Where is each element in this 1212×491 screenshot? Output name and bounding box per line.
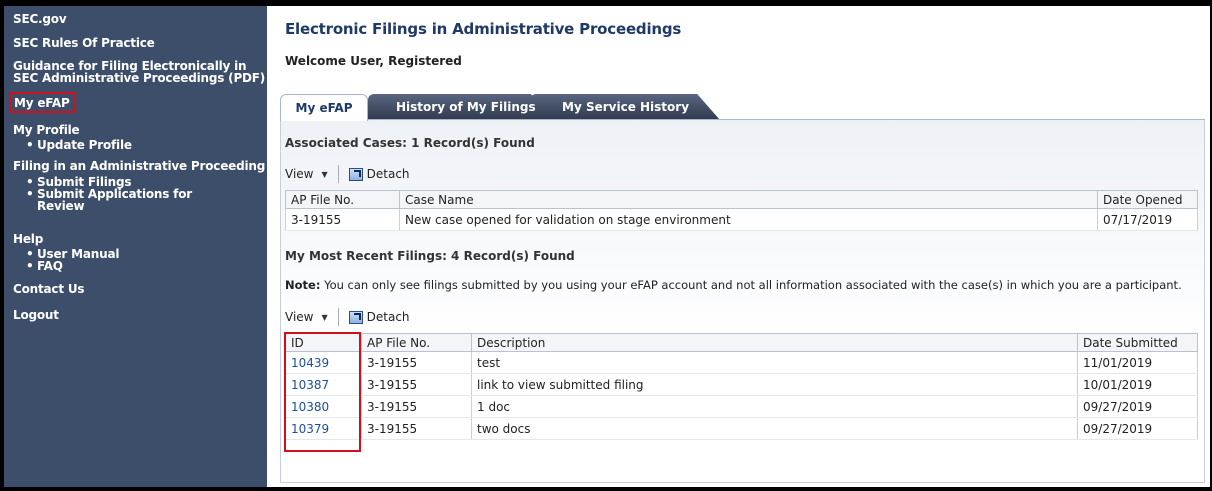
description-cell: link to view submitted filing bbox=[471, 373, 1078, 396]
description-cell: test bbox=[471, 351, 1078, 374]
date-submitted-cell: 09/27/2019 bbox=[1077, 417, 1198, 440]
update-profile-label: Update Profile bbox=[37, 138, 132, 152]
sidebar-link-sec-gov[interactable]: SEC.gov bbox=[13, 12, 267, 26]
associated-cases-heading: Associated Cases: 1 Record(s) Found bbox=[285, 136, 535, 150]
note-label: Note: bbox=[285, 278, 321, 292]
table-row: 10387 3-19155 link to view submitted fil… bbox=[285, 373, 1198, 396]
submit-apps-line-2: Review bbox=[37, 199, 85, 213]
bullet-icon: • bbox=[26, 138, 34, 152]
ap-file-cell: 3-19155 bbox=[361, 351, 472, 374]
ap-file-cell: 3-19155 bbox=[361, 417, 472, 440]
my-efap-highlight: My eFAP bbox=[9, 92, 75, 113]
recent-filings-heading: My Most Recent Filings: 4 Record(s) Foun… bbox=[285, 249, 575, 263]
sidebar-link-help[interactable]: Help bbox=[13, 232, 267, 246]
welcome-text: Welcome User, Registered bbox=[285, 54, 462, 68]
id-column-highlight bbox=[284, 332, 361, 452]
column-header[interactable]: Date Opened bbox=[1097, 190, 1198, 209]
main-content: Electronic Filings in Administrative Pro… bbox=[268, 6, 1208, 487]
sidebar-link-submit-applications[interactable]: • Submit Applications for Review bbox=[13, 188, 267, 212]
table-row: 10380 3-19155 1 doc 09/27/2019 bbox=[285, 395, 1198, 418]
sidebar-link-rules-of-practice[interactable]: SEC Rules Of Practice bbox=[13, 36, 267, 50]
faq-label: FAQ bbox=[37, 259, 63, 273]
filings-detach-button[interactable]: Detach bbox=[348, 310, 410, 324]
column-header[interactable]: Case Name bbox=[399, 190, 1098, 209]
sidebar-link-filing-proceeding[interactable]: Filing in an Administrative Proceeding bbox=[13, 159, 267, 173]
cases-toolbar: View ▼ Detach bbox=[285, 163, 410, 185]
bullet-icon: • bbox=[26, 259, 34, 273]
table-row: 10439 3-19155 test 11/01/2019 bbox=[285, 351, 1198, 374]
column-header[interactable]: Date Submitted bbox=[1077, 333, 1198, 352]
table-header-row: ID AP File No. Description Date Submitte… bbox=[285, 333, 1198, 352]
description-cell: 1 doc bbox=[471, 395, 1078, 418]
cases-table: AP File No. Case Name Date Opened 3-1915… bbox=[285, 190, 1198, 231]
date-submitted-cell: 10/01/2019 bbox=[1077, 373, 1198, 396]
ap-file-cell: 3-19155 bbox=[361, 395, 472, 418]
filings-table: ID AP File No. Description Date Submitte… bbox=[285, 333, 1198, 440]
cases-detach-button[interactable]: Detach bbox=[348, 167, 410, 181]
tab-my-efap[interactable]: My eFAP bbox=[280, 94, 368, 121]
description-cell: two docs bbox=[471, 417, 1078, 440]
tab-history-of-my-filings[interactable]: History of My Filings bbox=[368, 94, 553, 120]
date-submitted-cell: 11/01/2019 bbox=[1077, 351, 1198, 374]
bullet-icon: • bbox=[26, 187, 34, 201]
sidebar-link-update-profile[interactable]: • Update Profile bbox=[13, 139, 267, 151]
date-submitted-cell: 09/27/2019 bbox=[1077, 395, 1198, 418]
view-label: View bbox=[285, 167, 314, 181]
sidebar-link-logout[interactable]: Logout bbox=[13, 308, 267, 322]
table-row: 3-19155 New case opened for validation o… bbox=[285, 208, 1198, 231]
filings-view-menu[interactable]: View ▼ bbox=[285, 308, 339, 326]
column-header[interactable]: AP File No. bbox=[285, 190, 400, 209]
detach-icon bbox=[348, 167, 363, 181]
table-row: 10379 3-19155 two docs 09/27/2019 bbox=[285, 417, 1198, 440]
ap-file-cell: 3-19155 bbox=[361, 373, 472, 396]
case-name-cell: New case opened for validation on stage … bbox=[399, 208, 1098, 231]
sidebar-link-my-efap[interactable]: My eFAP bbox=[14, 96, 70, 110]
sidebar-link-contact-us[interactable]: Contact Us bbox=[13, 282, 267, 296]
cases-view-menu[interactable]: View ▼ bbox=[285, 165, 339, 183]
caret-down-icon: ▼ bbox=[321, 169, 328, 179]
detach-label: Detach bbox=[366, 310, 410, 324]
note-text: You can only see filings submitted by yo… bbox=[320, 278, 1182, 292]
column-header[interactable]: AP File No. bbox=[361, 333, 472, 352]
view-label: View bbox=[285, 310, 314, 324]
guidance-line-2: SEC Administrative Proceedings (PDF) bbox=[13, 71, 266, 85]
filings-note: Note: You can only see filings submitted… bbox=[285, 278, 1182, 292]
column-header[interactable]: Description bbox=[471, 333, 1078, 352]
table-header-row: AP File No. Case Name Date Opened bbox=[285, 190, 1198, 209]
filings-toolbar: View ▼ Detach bbox=[285, 306, 410, 328]
caret-down-icon: ▼ bbox=[321, 312, 328, 322]
detach-icon bbox=[348, 310, 363, 324]
sidebar-link-guidance-pdf[interactable]: Guidance for Filing Electronically in SE… bbox=[13, 60, 267, 84]
tab-my-service-history[interactable]: My Service History bbox=[530, 94, 720, 120]
sidebar-link-faq[interactable]: • FAQ bbox=[13, 260, 267, 272]
sidebar-nav: SEC.gov SEC Rules Of Practice Guidance f… bbox=[4, 6, 267, 487]
page-title: Electronic Filings in Administrative Pro… bbox=[285, 20, 682, 38]
sidebar-link-my-profile[interactable]: My Profile bbox=[13, 123, 267, 137]
tab-bar: My Service History History of My Filings… bbox=[280, 94, 1200, 121]
date-opened-cell: 07/17/2019 bbox=[1097, 208, 1198, 231]
ap-file-cell: 3-19155 bbox=[285, 208, 400, 231]
detach-label: Detach bbox=[366, 167, 410, 181]
